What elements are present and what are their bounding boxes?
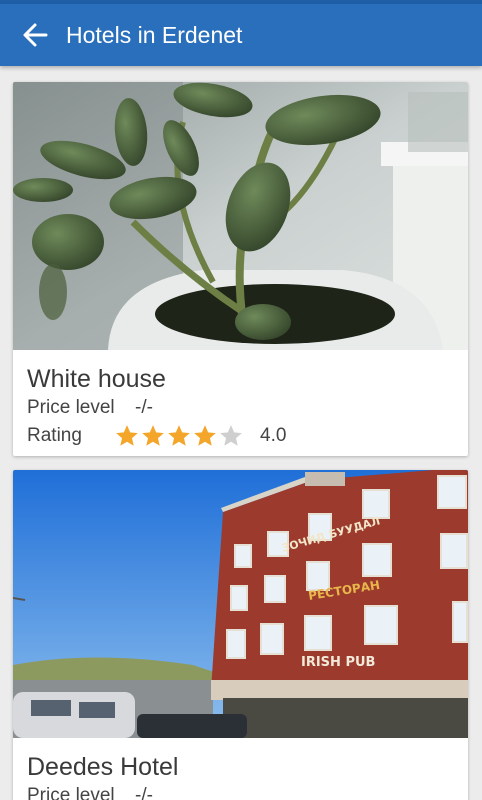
app-bar: Hotels in Erdenet xyxy=(0,4,482,66)
star-icon xyxy=(142,425,164,446)
price-level-label: Price level xyxy=(27,397,115,418)
star-icon xyxy=(220,425,242,446)
price-level-row: Price level -/- xyxy=(27,394,468,422)
rating-value: 4.0 xyxy=(260,425,287,446)
star-icon xyxy=(194,425,216,446)
hotel-name: Deedes Hotel xyxy=(27,753,179,781)
rating-stars xyxy=(114,423,244,449)
price-level-value: -/- xyxy=(135,785,153,800)
rating-row: Rating 4.0 xyxy=(27,422,468,450)
rating-label: Rating xyxy=(27,425,82,446)
star-icon xyxy=(116,425,138,446)
star-icon xyxy=(168,425,190,446)
price-level-label: Price level xyxy=(27,785,115,800)
back-button[interactable] xyxy=(18,18,52,52)
hotel-list[interactable]: White house Price level -/- Rating 4.0 З… xyxy=(0,66,482,800)
arrow-left-icon xyxy=(23,23,48,47)
hotel-card-deedes-hotel[interactable]: ЗОЧИД БУУДАЛ РЕСТОРАН IRISH PUB Deedes H… xyxy=(13,470,468,800)
hotel-name: White house xyxy=(27,365,166,393)
price-level-row: Price level -/- xyxy=(27,782,468,800)
page-title: Hotels in Erdenet xyxy=(66,21,243,48)
hotel-photo-plant xyxy=(13,82,468,350)
hotel-photo-building: ЗОЧИД БУУДАЛ РЕСТОРАН IRISH PUB xyxy=(13,470,468,738)
price-level-value: -/- xyxy=(135,397,153,418)
hotel-card-white-house[interactable]: White house Price level -/- Rating 4.0 xyxy=(13,82,468,456)
svg-text:IRISH PUB: IRISH PUB xyxy=(301,655,375,670)
